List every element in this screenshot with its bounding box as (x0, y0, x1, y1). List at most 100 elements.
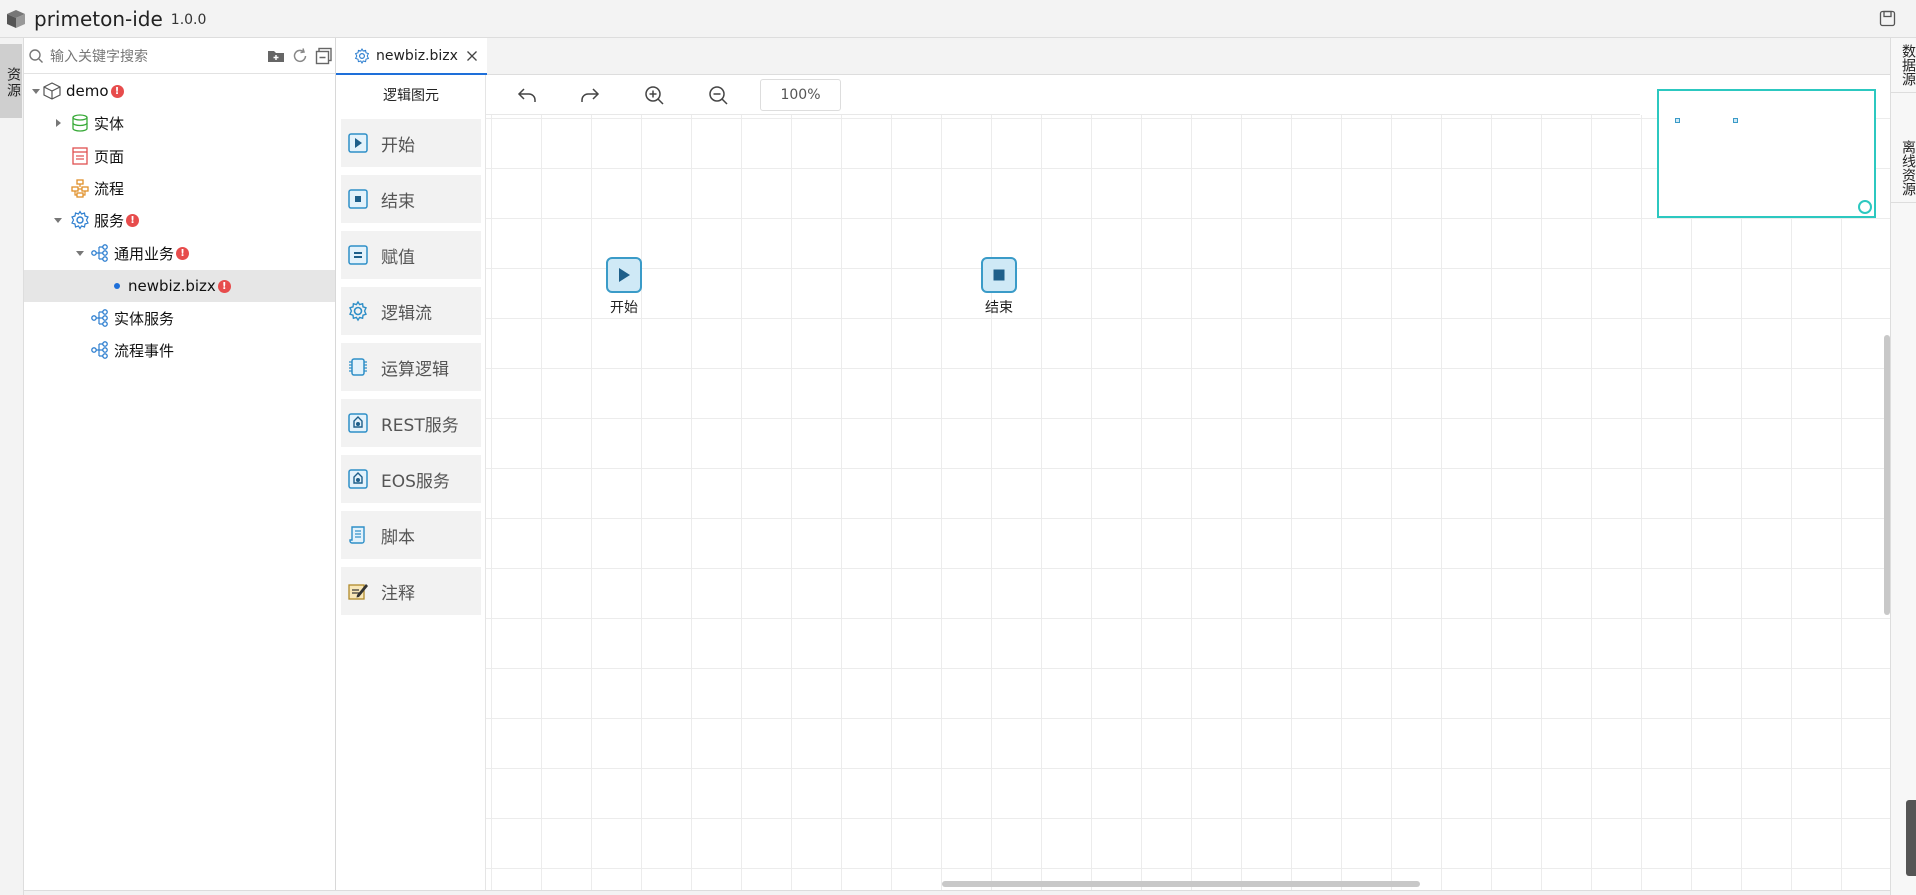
node-label: 开始 (610, 300, 638, 316)
chip-icon (349, 358, 367, 376)
tree-item-entity-service[interactable]: 实体服务 (24, 302, 335, 334)
caret-right-icon[interactable] (52, 117, 64, 129)
search-icon (29, 48, 43, 63)
design-canvas[interactable]: 100% 开始 结束 (486, 75, 1890, 890)
stop-icon (993, 269, 1005, 281)
assign-icon (348, 245, 368, 265)
right-side-strip: 数据源 离线资源 (1890, 38, 1916, 895)
zoom-out-icon[interactable] (707, 84, 729, 106)
tree-item-page[interactable]: 页面 (24, 140, 335, 172)
node-start-box[interactable] (606, 257, 642, 293)
palette-item-operation[interactable]: 运算逻辑 (341, 343, 481, 391)
flow-icon (71, 179, 89, 198)
error-badge: ! (176, 246, 190, 260)
node-start[interactable]: 开始 (604, 257, 644, 317)
gear-icon (349, 300, 367, 322)
page-icon (72, 147, 88, 165)
error-badge: ! (217, 279, 231, 293)
minimap-node-start (1675, 118, 1680, 123)
palette-item-rest[interactable]: REST服务 (341, 399, 481, 447)
canvas-grid (486, 115, 1890, 890)
refresh-icon[interactable] (291, 47, 309, 65)
tree-actions (267, 47, 333, 65)
caret-down-icon[interactable] (52, 214, 64, 226)
app-logo-icon (7, 9, 25, 28)
canvas-toolbar: 100% (486, 75, 1640, 115)
minimap-node-end (1733, 118, 1738, 123)
palette-item-label: 脚本 (381, 527, 415, 548)
file-dot-icon (114, 283, 120, 289)
status-widget[interactable] (1906, 800, 1916, 876)
window-restore-icon[interactable] (1879, 10, 1896, 27)
palette-item-assign[interactable]: 赋值 (341, 231, 481, 279)
minimap-resize-handle[interactable] (1858, 200, 1872, 214)
note-icon (348, 584, 368, 600)
palette-item-script[interactable]: 脚本 (341, 511, 481, 559)
editor-tab-bar: newbiz.bizx (336, 38, 1890, 75)
tree-item-process-event[interactable]: 流程事件 (24, 334, 335, 366)
collapse-all-icon[interactable] (315, 47, 333, 65)
zoom-in-icon[interactable] (643, 84, 665, 106)
close-icon[interactable] (466, 50, 478, 62)
stop-icon (348, 189, 368, 209)
hierarchy-icon (91, 341, 108, 359)
play-icon (619, 268, 630, 282)
palette-item-logic-flow[interactable]: 逻辑流 (341, 287, 481, 335)
error-badge: ! (126, 213, 140, 227)
tree-search-input[interactable] (50, 47, 250, 64)
package-icon (43, 82, 61, 100)
tree-item-service[interactable]: 服务 ! (24, 204, 335, 236)
element-palette: 逻辑图元 开始 结束 赋值 逻辑流 运算逻辑 REST服务 EOS服务 脚本 注… (336, 75, 486, 890)
tree-item-label: 流程事件 (114, 341, 175, 360)
palette-item-label: 赋值 (381, 247, 415, 268)
tree-item-label: 实体服务 (114, 309, 175, 328)
palette-item-eos[interactable]: EOS服务 (341, 455, 481, 503)
minimap[interactable] (1657, 89, 1876, 218)
tree-item-newbiz[interactable]: newbiz.bizx ! (24, 270, 335, 302)
resource-tree-panel: demo ! 实体 页面 流程 (24, 38, 336, 890)
play-icon (348, 133, 368, 153)
tree-item-entity[interactable]: 实体 (24, 107, 335, 139)
app-name: primeton-ide (34, 6, 163, 31)
tree-item-label: newbiz.bizx (128, 277, 216, 295)
node-end-box[interactable] (981, 257, 1017, 293)
horizontal-scrollbar[interactable] (942, 881, 1420, 887)
node-end[interactable]: 结束 (979, 257, 1019, 317)
tree-item-label: 实体 (94, 114, 125, 133)
node-label: 结束 (985, 300, 1013, 316)
datasource-tab[interactable]: 数据源 (1891, 38, 1916, 93)
tab-label: newbiz.bizx (376, 47, 458, 64)
palette-item-start[interactable]: 开始 (341, 119, 481, 167)
activity-strip: 资源 (0, 38, 24, 895)
tree-item-common-business[interactable]: 通用业务 ! (24, 237, 335, 269)
palette-item-label: 注释 (381, 583, 415, 604)
palette-item-label: EOS服务 (381, 471, 450, 492)
palette-item-label: REST服务 (381, 415, 459, 436)
caret-down-icon[interactable] (30, 85, 42, 97)
gear-icon (354, 47, 370, 64)
redo-icon[interactable] (579, 84, 601, 106)
new-folder-icon[interactable] (267, 47, 285, 65)
undo-icon[interactable] (516, 84, 538, 106)
palette-item-label: 逻辑流 (381, 303, 432, 324)
palette-item-note[interactable]: 注释 (341, 567, 481, 615)
title-bar: primeton-ide 1.0.0 (0, 0, 1916, 38)
palette-item-end[interactable]: 结束 (341, 175, 481, 223)
status-bar (24, 890, 1890, 895)
tree-item-label: demo (66, 82, 109, 100)
hierarchy-icon (91, 244, 108, 262)
tree-item-demo[interactable]: demo ! (24, 75, 335, 107)
tab-newbiz[interactable]: newbiz.bizx (336, 38, 487, 75)
resources-tab[interactable]: 资源 (0, 44, 22, 118)
tree-item-label: 服务 (94, 211, 125, 230)
palette-item-label: 开始 (381, 135, 415, 156)
rest-icon (348, 413, 368, 433)
palette-item-label: 运算逻辑 (381, 359, 449, 380)
offline-resources-tab[interactable]: 离线资源 (1891, 134, 1916, 203)
eos-icon (348, 469, 368, 489)
zoom-level-display[interactable]: 100% (760, 79, 841, 111)
tree-item-process[interactable]: 流程 (24, 172, 335, 204)
caret-down-icon[interactable] (74, 247, 86, 259)
hierarchy-icon (91, 309, 108, 327)
database-icon (72, 114, 88, 132)
